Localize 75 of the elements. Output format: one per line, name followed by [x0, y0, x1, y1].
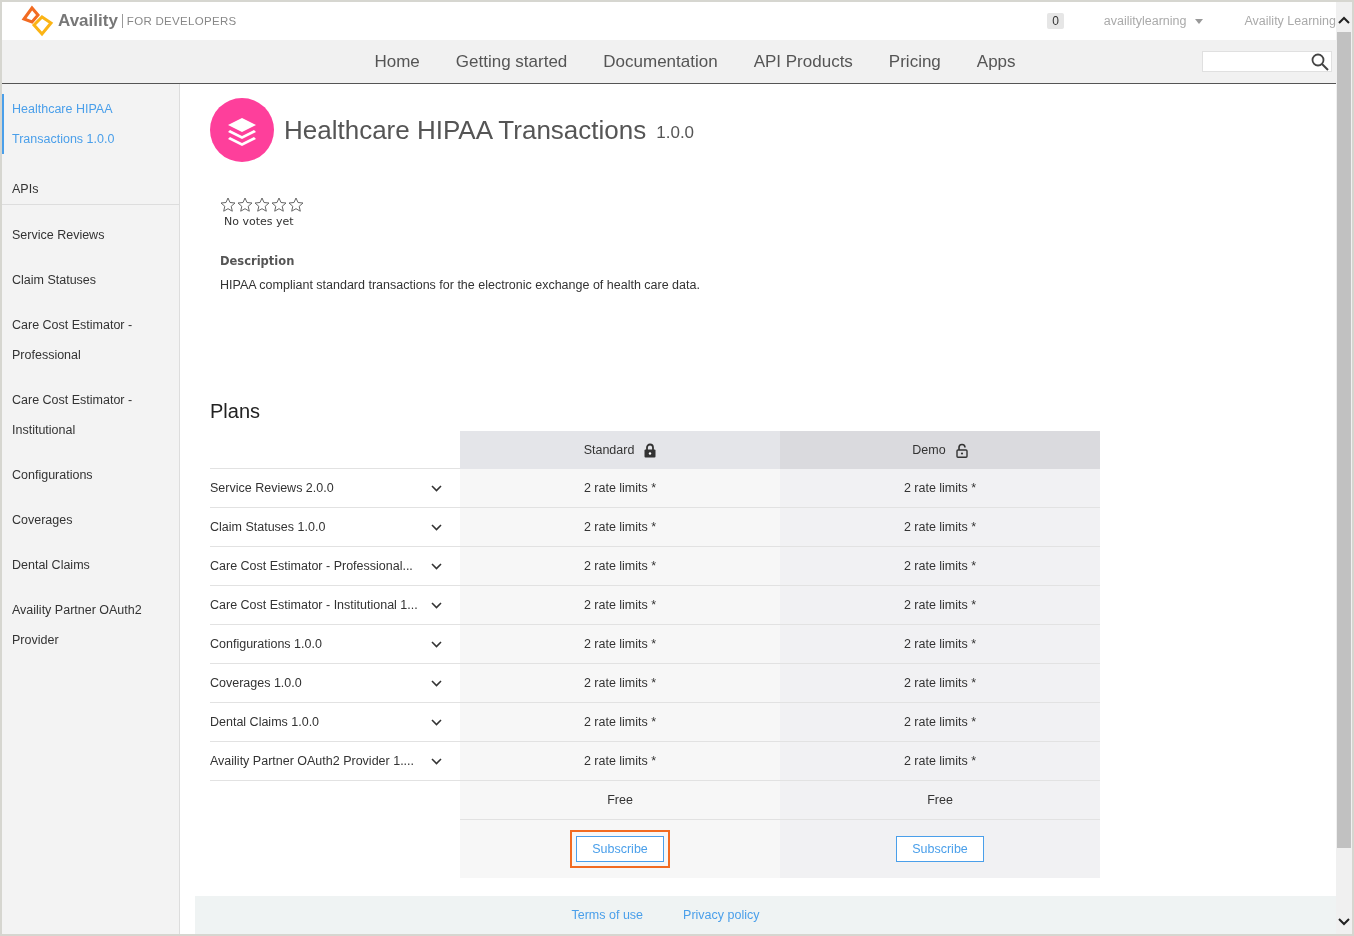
scrollbar[interactable]: [1336, 2, 1352, 934]
chevron-down-icon[interactable]: [431, 679, 442, 687]
rate-limits-text[interactable]: 2 rate limits *: [903, 598, 977, 612]
scroll-down-icon[interactable]: [1338, 918, 1350, 926]
rate-limits-text[interactable]: 2 rate limits *: [903, 676, 977, 690]
product-title: Healthcare HIPAA Transactions: [284, 114, 647, 146]
scroll-up-icon[interactable]: [1338, 16, 1350, 24]
plans-heading: Plans: [210, 400, 262, 423]
plan-name: Demo: [912, 443, 946, 457]
rate-limits-text[interactable]: 2 rate limits *: [903, 715, 977, 729]
sidebar-item[interactable]: Care Cost Estimator - Professional: [2, 310, 179, 370]
rate-limits-text[interactable]: 2 rate limits *: [903, 520, 977, 534]
description-label: Description: [220, 254, 296, 268]
caret-icon: [1194, 18, 1203, 24]
sidebar-item[interactable]: Coverages: [2, 505, 179, 535]
chevron-down-icon[interactable]: [431, 757, 442, 765]
brand-name: Availity: [58, 14, 123, 28]
rate-limits-text[interactable]: 2 rate limits *: [583, 559, 657, 573]
description-text: HIPAA compliant standard transactions for the electronic exchange of health care data.: [220, 278, 701, 292]
plan-name: Standard: [583, 443, 635, 457]
api-name: Claim Statuses 1.0.0: [210, 520, 326, 534]
plan-price: Free: [607, 793, 633, 807]
votes-text: No votes yet: [224, 215, 295, 228]
nav-link[interactable]: Home: [374, 51, 420, 72]
product-version: 1.0.0: [656, 123, 695, 143]
sidebar-heading: APIs: [2, 174, 179, 205]
sidebar-item[interactable]: Dental Claims: [2, 550, 179, 580]
chevron-down-icon[interactable]: [431, 718, 442, 726]
chevron-down-icon[interactable]: [431, 640, 442, 648]
chevron-down-icon[interactable]: [431, 601, 442, 609]
api-name: Configurations 1.0.0: [210, 637, 322, 651]
nav-link[interactable]: Pricing: [888, 51, 941, 72]
star-icon: [237, 197, 253, 212]
sidebar-item[interactable]: Claim Statuses: [2, 265, 179, 295]
star-rating[interactable]: [220, 197, 304, 212]
rate-limits-text[interactable]: 2 rate limits *: [583, 754, 657, 768]
api-name: Availity Partner OAuth2 Provider 1....: [210, 754, 415, 768]
rate-limits-text[interactable]: 2 rate limits *: [583, 637, 657, 651]
sidebar-item[interactable]: Configurations: [2, 460, 179, 490]
api-name: Service Reviews 2.0.0: [210, 481, 334, 495]
rate-limits-text[interactable]: 2 rate limits *: [903, 559, 977, 573]
star-icon: [288, 197, 304, 212]
rate-limits-text[interactable]: 2 rate limits *: [903, 481, 977, 495]
sidebar-item[interactable]: Service Reviews: [2, 220, 179, 250]
api-name: Care Cost Estimator - Professional...: [210, 559, 413, 573]
api-name: Dental Claims 1.0.0: [210, 715, 320, 729]
notification-count[interactable]: 0: [1047, 13, 1064, 29]
chevron-down-icon[interactable]: [431, 523, 442, 531]
nav-link[interactable]: Documentation: [603, 51, 718, 72]
layers-icon: [210, 98, 274, 162]
star-icon: [271, 197, 287, 212]
chevron-down-icon[interactable]: [431, 484, 442, 492]
api-name: Care Cost Estimator - Institutional 1...: [210, 598, 418, 612]
nav-link[interactable]: API Products: [753, 51, 853, 72]
nav-link[interactable]: Apps: [976, 51, 1016, 72]
star-icon: [220, 197, 236, 212]
chevron-down-icon[interactable]: [431, 562, 442, 570]
logo-icon: [20, 5, 54, 37]
rate-limits-text[interactable]: 2 rate limits *: [583, 715, 657, 729]
rate-limits-text[interactable]: 2 rate limits *: [583, 598, 657, 612]
rate-limits-text[interactable]: 2 rate limits *: [583, 481, 657, 495]
rate-limits-text[interactable]: 2 rate limits *: [903, 637, 977, 651]
search-icon: [1311, 52, 1329, 71]
plan-price: Free: [927, 793, 953, 807]
brand-tagline: FOR DEVELOPERS: [126, 15, 237, 27]
sidebar-item[interactable]: Availity Partner OAuth2 Provider: [2, 595, 179, 655]
rate-limits-text[interactable]: 2 rate limits *: [583, 676, 657, 690]
sidebar-item[interactable]: Care Cost Estimator - Institutional: [2, 385, 179, 445]
rate-limits-text[interactable]: 2 rate limits *: [583, 520, 657, 534]
api-name: Coverages 1.0.0: [210, 676, 302, 690]
rate-limits-text[interactable]: 2 rate limits *: [903, 754, 977, 768]
nav-link[interactable]: Getting started: [455, 51, 568, 72]
scroll-thumb[interactable]: [1337, 32, 1351, 848]
search-field[interactable]: [1202, 51, 1332, 72]
star-icon: [254, 197, 270, 212]
